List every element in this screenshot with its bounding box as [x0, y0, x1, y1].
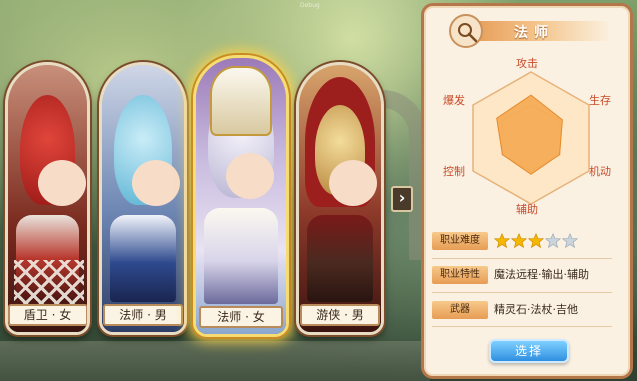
- mage-staff-icon: [449, 14, 483, 48]
- card-name: 法师 · 女: [199, 306, 283, 328]
- character-art: [102, 65, 184, 332]
- character-card-mage-male[interactable]: 法师 · 男: [99, 62, 187, 335]
- trait-label: 职业特性: [432, 266, 488, 284]
- weapon-label: 武器: [432, 301, 488, 319]
- debug-label: Debug: [300, 2, 320, 9]
- shield: [14, 260, 84, 305]
- class-title: 法师: [514, 25, 554, 41]
- difficulty-stars: [494, 233, 578, 249]
- character-art: [8, 65, 87, 332]
- chevron-right-icon[interactable]: ›: [391, 186, 413, 212]
- star-empty-icon: [545, 233, 561, 249]
- card-name: 法师 · 男: [103, 304, 183, 326]
- stat-support-label: 辅助: [516, 203, 538, 216]
- divider: [432, 258, 612, 259]
- cloak: [307, 215, 373, 302]
- card-name: 盾卫 · 女: [8, 304, 87, 326]
- face: [329, 160, 377, 206]
- divider: [432, 292, 612, 293]
- difficulty-label: 职业难度: [432, 232, 488, 250]
- face: [38, 160, 86, 206]
- robe: [204, 208, 278, 304]
- ground: [0, 341, 430, 381]
- divider: [432, 326, 612, 327]
- stat-radar-chart: [472, 71, 590, 205]
- stat-mobility-label: 机动: [589, 165, 611, 178]
- face: [132, 160, 180, 206]
- star-filled-icon: [528, 233, 544, 249]
- star-filled-icon: [511, 233, 527, 249]
- stat-burst-label: 爆发: [443, 94, 465, 107]
- stat-survive-label: 生存: [589, 94, 611, 107]
- card-name: 游侠 · 男: [300, 304, 380, 326]
- trait-value: 魔法远程·输出·辅助: [494, 268, 589, 281]
- star-filled-icon: [494, 233, 510, 249]
- character-card-shield-female[interactable]: 盾卫 · 女: [5, 62, 90, 335]
- stat-attack-label: 攻击: [516, 57, 538, 70]
- character-art: [196, 58, 286, 334]
- weapon-value: 精灵石·法杖·吉他: [494, 303, 578, 316]
- character-card-ranger-male[interactable]: 游侠 · 男: [296, 62, 384, 335]
- select-button[interactable]: 选择: [489, 339, 569, 363]
- character-art: [299, 65, 381, 332]
- star-empty-icon: [562, 233, 578, 249]
- hat: [210, 66, 272, 136]
- character-card-mage-female-selected[interactable]: 法师 · 女: [193, 55, 289, 337]
- face: [226, 153, 274, 199]
- robe: [110, 215, 176, 302]
- stat-control-label: 控制: [443, 165, 465, 178]
